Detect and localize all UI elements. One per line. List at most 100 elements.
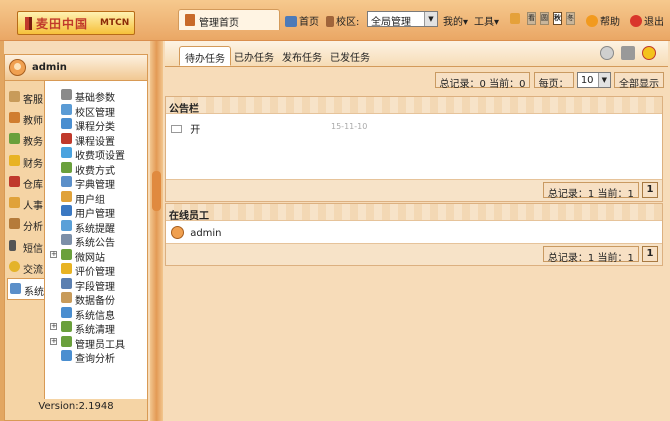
phone-icon [9, 240, 16, 251]
help-link[interactable]: 帮助 [586, 13, 620, 28]
menu-item-label: 用户管理 [75, 209, 115, 220]
menu-item-label: 收费项设置 [75, 151, 125, 162]
category-academic[interactable]: 教务 [7, 129, 47, 150]
logout-link[interactable]: 退出 [630, 13, 664, 28]
page-size-select[interactable]: 10 ▼ [576, 72, 611, 88]
menu-item-label: 基础参数 [75, 93, 115, 104]
skin-button-1[interactable]: 看 [527, 12, 536, 25]
menu-item-label: 系统公告 [75, 238, 115, 249]
printer-icon[interactable] [621, 46, 635, 60]
menu-item-label: 管理员工具 [75, 339, 125, 351]
menu-item-label: 字典管理 [75, 180, 115, 191]
skin-icon[interactable] [510, 13, 522, 25]
top-bar: 麦田中国 MTCN 管理首页 首页 校区: 全局管理 ▼ 我的▾ 工具▾ 看 圆… [0, 0, 670, 41]
menu-item-label: 系统清理 [75, 325, 115, 336]
splitter-handle[interactable] [152, 171, 161, 211]
page-size-value: 10 [580, 75, 594, 86]
globe-icon[interactable] [600, 46, 614, 60]
announcement-item[interactable]: 开 [171, 121, 200, 136]
window-icon [10, 283, 21, 294]
category-analysis[interactable]: 分析 [7, 214, 47, 235]
tab-publish-task[interactable]: 发布任务 [277, 46, 327, 66]
campus-select[interactable]: 全局管理 ▼ [367, 11, 438, 28]
announcement-title: 公告栏 [166, 97, 662, 115]
category-warehouse[interactable]: 仓库 [7, 172, 47, 193]
broom-icon [61, 321, 72, 332]
tab-admin-home[interactable]: 管理首页 [178, 9, 280, 30]
online-page-1[interactable]: 1 [642, 246, 658, 262]
page-size-label: 每页： [533, 72, 574, 90]
system-menu: 基础参数 校区管理 课程分类 课程设置 收费项设置 收费方式 字典管理 用户组 用户管理 系统提醒… [44, 81, 147, 399]
category-finance[interactable]: 财务 [7, 151, 47, 172]
menu-item-label: 校区管理 [75, 107, 115, 119]
category-label: 财务 [23, 159, 43, 170]
sidebar: admin 客服 教师 教务 财务 仓库 人事 分析 短信 交流 系统 基础参数… [4, 54, 148, 421]
task-tabs: 待办任务 已办任务 发布任务 已发任务 [165, 41, 668, 67]
chat-icon [9, 261, 20, 272]
chart-icon [9, 218, 20, 229]
category-hr[interactable]: 人事 [7, 193, 47, 214]
smiley-icon[interactable] [642, 46, 656, 60]
version-label: Version:2.1948 [38, 401, 114, 412]
online-user[interactable]: admin [171, 226, 222, 239]
category-communication[interactable]: 交流 [7, 257, 47, 278]
tab-pending-tasks[interactable]: 待办任务 [179, 46, 231, 66]
web-icon [61, 248, 72, 260]
category-sms[interactable]: 短信 [7, 236, 47, 257]
expand-icon[interactable]: + [50, 323, 57, 330]
campus-select-value: 全局管理 [371, 17, 411, 28]
announcement-panel: 公告栏 开 15-11-10 总记录：1 当前：1 1 [165, 96, 663, 202]
main-area: 待办任务 已办任务 发布任务 已发任务 总记录：0 当前：0 每页： 10 ▼ 全… [165, 41, 668, 421]
skin-button-3[interactable]: 秋 [553, 12, 562, 25]
menu-item-label: 课程分类 [75, 122, 115, 133]
expand-icon[interactable]: + [50, 337, 57, 345]
category-system[interactable]: 系统 [7, 278, 47, 300]
online-staff-title: 在线员工 [166, 204, 662, 222]
home-link[interactable]: 首页 [285, 13, 319, 28]
skin-button-2[interactable]: 圆 [540, 12, 549, 25]
info-icon [61, 306, 72, 318]
dictionary-icon [61, 176, 72, 187]
show-all-button[interactable]: 全部显示 [614, 72, 664, 90]
chevron-down-icon: ▼ [597, 73, 610, 87]
book-icon [61, 132, 72, 144]
category-label: 仓库 [23, 180, 43, 191]
tab-published-tasks[interactable]: 已发任务 [325, 46, 375, 66]
menu-item-label: 字段管理 [75, 281, 115, 293]
task-record-summary: 总记录：0 当前：0 [434, 72, 531, 90]
tools-menu[interactable]: 工具▾ [474, 13, 499, 28]
task-pager: 总记录：0 当前：0 每页： 10 ▼ 全部显示 [434, 72, 664, 90]
online-user-name: admin [190, 228, 222, 239]
splitter[interactable] [150, 41, 163, 421]
mine-menu[interactable]: 我的▾ [443, 13, 468, 28]
logo-mark-icon [25, 17, 32, 30]
expand-icon[interactable]: + [50, 250, 57, 258]
help-icon [586, 15, 598, 27]
app-logo[interactable]: 麦田中国 MTCN [17, 11, 135, 35]
tab-done-tasks[interactable]: 已办任务 [229, 46, 279, 66]
category-label: 教师 [23, 116, 43, 127]
mine-label: 我的 [443, 17, 463, 28]
globe-icon [61, 103, 72, 115]
building-icon [326, 16, 334, 27]
money-icon [9, 155, 20, 166]
list-icon [61, 118, 72, 129]
menu-item-label: 课程设置 [75, 136, 115, 148]
announcement-pager: 总记录：1 当前：1 1 [166, 179, 662, 201]
category-teacher[interactable]: 教师 [7, 108, 47, 129]
rating-icon [61, 263, 72, 274]
category-kefu[interactable]: 客服 [7, 87, 47, 108]
online-staff-panel: 在线员工 admin 总记录：1 当前：1 1 [165, 203, 663, 266]
logo-sub: MTCN [100, 18, 130, 28]
help-label: 帮助 [600, 17, 620, 28]
power-icon [630, 15, 642, 27]
search-icon [61, 350, 72, 361]
online-record-summary: 总记录：1 当前：1 [542, 246, 639, 264]
logout-label: 退出 [644, 17, 664, 28]
category-list: 客服 教师 教务 财务 仓库 人事 分析 短信 交流 系统 [5, 81, 47, 399]
skin-button-4[interactable]: 冬 [566, 12, 575, 25]
menu-item-label: 系统提醒 [75, 223, 115, 235]
logo-text: 麦田中国 [36, 17, 89, 31]
category-label: 教务 [23, 137, 43, 148]
announcement-page-1[interactable]: 1 [642, 182, 658, 198]
